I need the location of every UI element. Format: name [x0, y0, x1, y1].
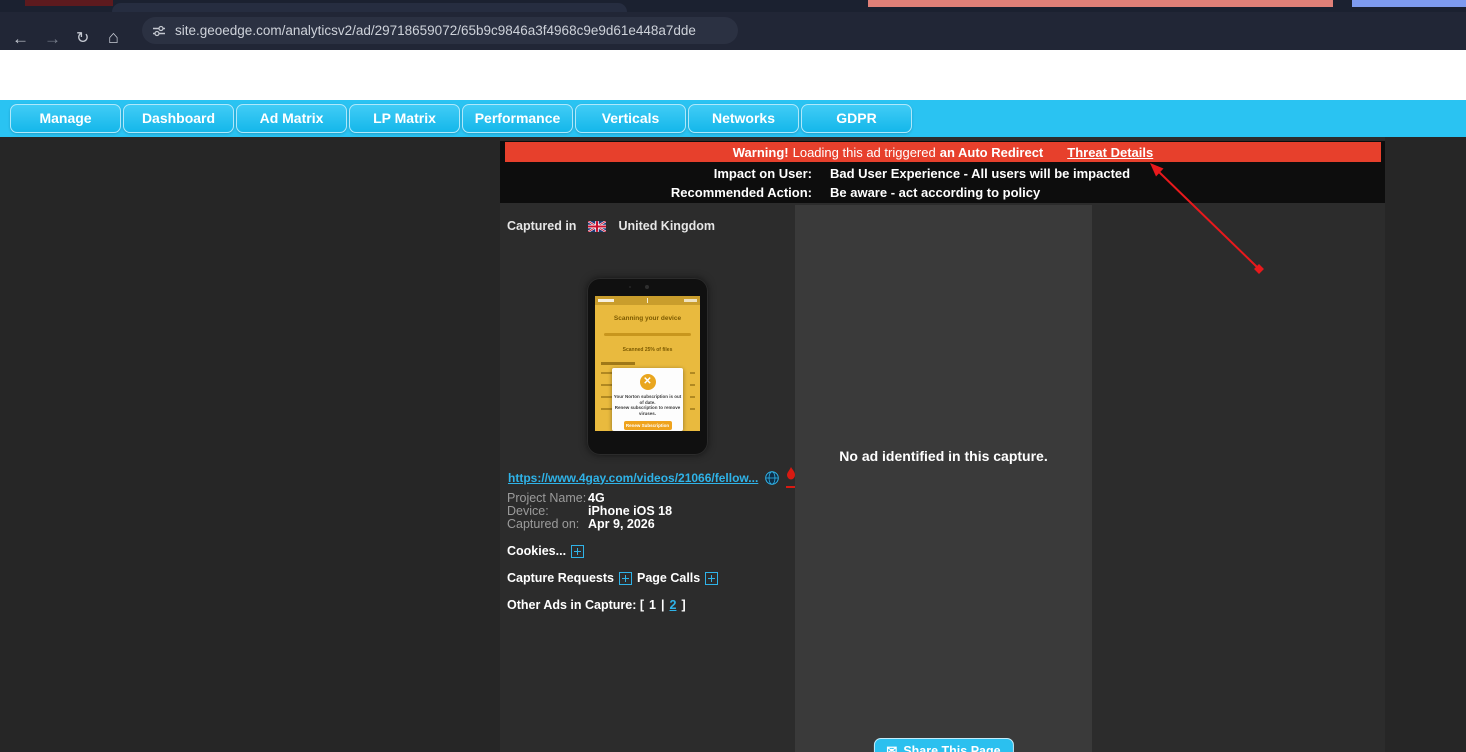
site-settings-icon[interactable]	[152, 24, 166, 38]
page-calls-label: Page Calls	[636, 571, 701, 585]
captured-country: United Kingdom	[618, 219, 715, 233]
cookies-row: Cookies...	[507, 544, 585, 558]
ad-capture-screenshot: Scanning your device Scanned 25% of file…	[587, 278, 708, 455]
scan-list-value	[690, 384, 695, 386]
scan-title: Scanning your device	[613, 315, 682, 322]
action-value: Be aware - act according to policy	[830, 185, 1041, 200]
scan-progress-bar	[604, 333, 691, 336]
main-navbar: Manage Dashboard Ad Matrix LP Matrix Per…	[0, 100, 1466, 137]
scam-page-header	[595, 296, 700, 305]
captured-in-row: Captured in United Kingdom	[507, 219, 715, 233]
other-ads-row: Other Ads in Capture: [ 1 | 2 ]	[507, 598, 686, 612]
cookies-expand-icon[interactable]	[571, 544, 585, 558]
site-header: GeoEdge Verification - Banner View He	[0, 50, 1466, 145]
red-tab-strip	[868, 0, 1333, 7]
captured-on-row: Captured on: Apr 9, 2026	[507, 518, 672, 531]
capture-requests-label: Capture Requests	[507, 571, 614, 585]
capture-requests-expand-icon[interactable]	[618, 571, 632, 585]
page-calls-expand-icon[interactable]	[705, 571, 719, 585]
captured-in-label: Captured in	[507, 219, 577, 233]
cookies-label: Cookies...	[507, 544, 567, 558]
scan-list-value	[690, 396, 695, 398]
scan-list-value	[690, 372, 695, 374]
captured-on-label: Captured on:	[507, 517, 580, 531]
scan-list-header	[601, 362, 635, 365]
nav-lp-matrix[interactable]: LP Matrix	[349, 104, 460, 133]
scam-alert-modal: ✕ Your Norton subscription is out of dat…	[612, 368, 683, 431]
browser-tab-strip	[0, 0, 1466, 12]
other-ads-link-2[interactable]: 2	[670, 598, 677, 612]
browser-window: ← → ↻ ⌂ site.geoedge.com/analyticsv2/ad/…	[0, 0, 1466, 752]
reload-icon[interactable]: ↻	[76, 29, 89, 49]
address-bar[interactable]: site.geoedge.com/analyticsv2/ad/29718659…	[142, 17, 738, 44]
threat-details-link[interactable]: Threat Details	[1067, 145, 1153, 160]
back-icon[interactable]: ←	[12, 29, 29, 49]
share-page-label: Share This Page	[903, 744, 1001, 752]
modal-text-line1: Your Norton subscription is out of date.	[613, 394, 682, 405]
nav-manage[interactable]: Manage	[10, 104, 121, 133]
phone-sensor-dot	[629, 286, 631, 288]
x-circle-icon: ✕	[639, 374, 656, 390]
phone-screen: Scanning your device Scanned 25% of file…	[595, 296, 700, 431]
capture-details: Project Name: 4G Device: iPhone iOS 18 C…	[507, 492, 672, 531]
scan-list-value	[690, 408, 695, 410]
other-ads-label: Other Ads in Capture: [	[507, 598, 645, 612]
nav-verticals[interactable]: Verticals	[575, 104, 686, 133]
impact-row: Impact on User: Bad User Experience - Al…	[500, 164, 1385, 183]
browser-tab[interactable]	[112, 3, 627, 12]
nav-networks[interactable]: Networks	[688, 104, 799, 133]
nav-performance[interactable]: Performance	[462, 104, 573, 133]
modal-renew-button: Renew Subscription	[623, 421, 672, 430]
landing-url-link[interactable]: https://www.4gay.com/videos/21066/fellow…	[508, 471, 758, 485]
requests-row: Capture Requests Page Calls	[507, 571, 719, 585]
modal-text-line2: Renew subscription to remove viruses.	[614, 405, 681, 416]
phone-camera-dot	[645, 285, 649, 289]
envelope-icon: ✉	[886, 743, 898, 752]
ad-display-panel: No ad identified in this capture. ✉ Shar…	[795, 205, 1092, 752]
url-text: site.geoedge.com/analyticsv2/ad/29718659…	[175, 23, 696, 38]
forward-icon[interactable]: →	[44, 29, 61, 49]
impact-value: Bad User Experience - All users will be …	[830, 166, 1131, 181]
scan-progress-text: Scanned 25% of files	[622, 347, 673, 353]
blue-tab-strip	[1352, 0, 1466, 7]
globe-icon[interactable]	[765, 470, 780, 485]
home-icon[interactable]: ⌂	[108, 27, 119, 47]
no-ad-message: No ad identified in this capture.	[839, 448, 1048, 464]
nav-dashboard[interactable]: Dashboard	[123, 104, 234, 133]
other-ads-divider: |	[661, 598, 665, 612]
action-label: Recommended Action:	[670, 185, 812, 200]
share-page-button[interactable]: ✉ Share This Page	[873, 738, 1014, 752]
warning-banner: Warning! Loading this ad triggered an Auto…	[505, 142, 1381, 162]
impact-label: Impact on User:	[713, 166, 812, 181]
maroon-strip	[25, 0, 113, 6]
browser-toolbar: ← → ↻ ⌂ site.geoedge.com/analyticsv2/ad/…	[0, 12, 1466, 51]
nav-ad-matrix[interactable]: Ad Matrix	[236, 104, 347, 133]
warning-text: Warning! Loading this ad triggered an Auto…	[732, 144, 1044, 160]
landing-url-row: https://www.4gay.com/videos/21066/fellow…	[508, 467, 797, 488]
nav-gdpr[interactable]: GDPR	[801, 104, 912, 133]
uk-flag-icon	[588, 220, 607, 232]
action-row: Recommended Action: Be aware - act accor…	[500, 183, 1385, 202]
other-ads-close: ]	[681, 598, 686, 612]
other-ads-current: 1	[649, 598, 656, 612]
captured-on-value: Apr 9, 2026	[588, 517, 655, 531]
